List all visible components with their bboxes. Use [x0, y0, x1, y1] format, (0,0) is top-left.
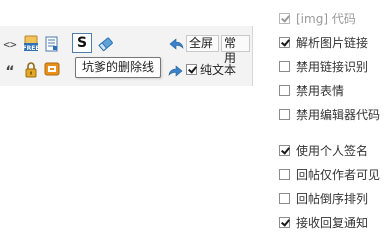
option-label: 禁用编辑器代码 [296, 108, 381, 122]
option-label: 回帖倒序排列 [296, 192, 369, 206]
option-disable-editor-code[interactable]: 禁用编辑器代码 [279, 106, 380, 123]
option-use-signature[interactable]: 使用个人签名 [279, 142, 368, 159]
svg-text:FREE: FREE [23, 45, 39, 52]
disable-link-detection-checkbox[interactable] [279, 61, 290, 72]
quote-icon[interactable]: “ [2, 64, 18, 80]
receive-reply-notify-checkbox[interactable] [279, 217, 290, 228]
option-parse-image-links[interactable]: 解析图片链接 [279, 34, 368, 51]
editor-toolbar: <> FREE S “ 全屏 常用 纯文本 坑爹的删除线 [0, 26, 253, 86]
option-label: 接收回复通知 [296, 216, 369, 230]
option-disable-smilies[interactable]: 禁用表情 [279, 82, 344, 99]
option-label: 使用个人签名 [296, 144, 369, 158]
disable-editor-code-checkbox[interactable] [279, 109, 290, 120]
plain-text-label: 纯文本 [200, 63, 237, 77]
fullscreen-button[interactable]: 全屏 [186, 35, 219, 52]
option-label: 回帖仅作者可见 [296, 168, 381, 182]
plain-text-checkbox[interactable] [186, 64, 197, 75]
parse-image-links-checkbox[interactable] [279, 37, 290, 48]
option-img-code[interactable]: [img] 代码 [279, 10, 356, 27]
redo-icon[interactable] [167, 63, 185, 79]
plain-text-toggle[interactable]: 纯文本 [186, 61, 236, 78]
strikethrough-tooltip: 坑爹的删除线 [75, 57, 162, 78]
reverse-reply-order-checkbox[interactable] [279, 193, 290, 204]
option-reverse-reply-order[interactable]: 回帖倒序排列 [279, 190, 368, 207]
option-reply-author-only[interactable]: 回帖仅作者可见 [279, 166, 380, 183]
free-icon[interactable]: FREE [23, 35, 39, 53]
option-label: 禁用表情 [296, 84, 345, 98]
option-label: 禁用链接识别 [296, 60, 369, 74]
option-receive-reply-notify[interactable]: 接收回复通知 [279, 214, 368, 231]
code-icon[interactable]: <> [2, 36, 18, 52]
lock-icon[interactable] [23, 61, 39, 79]
option-label: 解析图片链接 [296, 36, 369, 50]
img-code-checkbox[interactable] [279, 13, 290, 24]
option-label: [img] 代码 [296, 12, 356, 26]
reply-author-only-checkbox[interactable] [279, 169, 290, 180]
option-disable-link-detection[interactable]: 禁用链接识别 [279, 58, 368, 75]
eraser-icon[interactable] [97, 36, 114, 53]
hide-content-icon[interactable] [44, 61, 60, 77]
document-icon[interactable] [44, 36, 60, 52]
undo-icon[interactable] [167, 36, 185, 52]
use-signature-checkbox[interactable] [279, 145, 290, 156]
common-button[interactable]: 常用 [221, 35, 250, 65]
strikethrough-button[interactable]: S [72, 33, 92, 53]
disable-smilies-checkbox[interactable] [279, 85, 290, 96]
